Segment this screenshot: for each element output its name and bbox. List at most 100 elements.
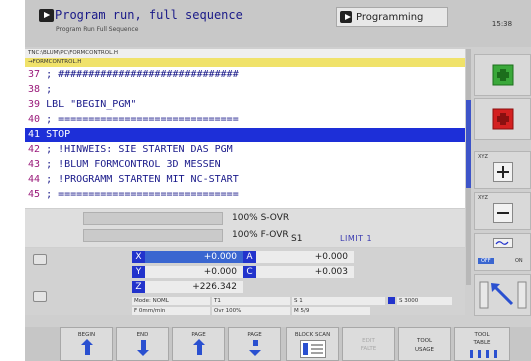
axis-c-label: C bbox=[243, 266, 256, 278]
off-label: OFF bbox=[478, 258, 494, 264]
plus-icon bbox=[493, 162, 513, 182]
program-line[interactable]: 39 LBL "BEGIN_PGM" bbox=[25, 98, 465, 112]
red-stop-icon bbox=[492, 108, 514, 130]
end-label: END bbox=[136, 332, 149, 338]
page-down-arrow-icon bbox=[249, 340, 261, 356]
axis-y-label: Y bbox=[132, 266, 145, 278]
info-spindle-index: S 1 bbox=[292, 297, 385, 305]
line-number: 40 bbox=[28, 114, 41, 125]
program-line[interactable]: 42 ; !HINWEIS: SIE STARTEN DAS PGM bbox=[25, 143, 465, 157]
info-feed: F 0mm/min bbox=[132, 307, 210, 315]
page-down-softkey[interactable]: PAGE bbox=[228, 327, 281, 361]
limit-label: LIMIT 1 bbox=[340, 234, 373, 243]
program-line[interactable]: 40 ; ============================== bbox=[25, 113, 465, 127]
mode-title: Program run, full sequence bbox=[55, 8, 243, 22]
spindle-override-bar bbox=[83, 212, 223, 225]
line-text: ; ============================== bbox=[40, 189, 239, 200]
edit-softkey[interactable]: EDIT FALTE bbox=[342, 327, 395, 361]
spindle-label: S1 bbox=[291, 234, 303, 244]
on-label: ON bbox=[515, 258, 523, 264]
program-line[interactable]: 43 ; !BLUM FORMCONTROL 3D MESSEN bbox=[25, 158, 465, 172]
diagonal-arrow-icon bbox=[479, 281, 527, 309]
axis-x-value: +0.000 bbox=[145, 251, 243, 263]
xyz-minus-button[interactable]: XYZ bbox=[474, 192, 531, 230]
programming-mode-icon bbox=[340, 11, 352, 23]
info-mode: Mode: NOML bbox=[132, 297, 210, 305]
axis-z-value: +226.342 bbox=[145, 281, 243, 293]
feed-override: 100% F-OVR bbox=[232, 230, 289, 240]
scrollbar-thumb[interactable] bbox=[466, 100, 471, 188]
override-panel: 100% S-OVR 100% F-OVR bbox=[25, 209, 465, 247]
info-override: Ovr 100% bbox=[212, 307, 290, 315]
tool-usage-label: TOOL bbox=[416, 338, 433, 344]
line-number: 39 bbox=[28, 99, 41, 110]
program-line[interactable]: 44 ; !PROGRAMM STARTEN MIT NC-START bbox=[25, 173, 465, 187]
page-up-softkey[interactable]: PAGE bbox=[172, 327, 225, 361]
begin-arrow-icon bbox=[81, 339, 93, 355]
off-on-toggle[interactable]: OFF ON bbox=[474, 233, 531, 271]
info-spindle-speed: S 3000 bbox=[397, 297, 452, 305]
run-mode-icon-overlay bbox=[39, 9, 54, 22]
tool-usage-label-2: USAGE bbox=[414, 347, 435, 353]
line-number: 43 bbox=[28, 159, 41, 170]
block-scan-softkey[interactable]: BLOCK SCAN bbox=[286, 327, 339, 361]
program-line-selected[interactable]: 41 STOP bbox=[25, 128, 465, 142]
edit-label-2: FALTE bbox=[360, 346, 377, 352]
tool-table-label: TOOL bbox=[474, 332, 490, 338]
spindle-override: 100% S-OVR bbox=[232, 213, 290, 223]
xyz-plus-label: XYZ bbox=[478, 154, 488, 160]
page-up-arrow-icon bbox=[193, 339, 205, 355]
feed-override-bar bbox=[83, 229, 223, 242]
wave-icon bbox=[493, 238, 513, 248]
block-scan-label: BLOCK SCAN bbox=[294, 332, 331, 338]
axis-a-value: +0.000 bbox=[256, 251, 354, 263]
line-number: 44 bbox=[28, 174, 41, 185]
diagonal-arrow-button[interactable] bbox=[474, 274, 531, 316]
xyz-plus-button[interactable]: XYZ bbox=[474, 151, 531, 189]
begin-softkey[interactable]: BEGIN bbox=[60, 327, 113, 361]
page-down-label: PAGE bbox=[247, 332, 262, 338]
tool-usage-softkey[interactable]: TOOL USAGE bbox=[398, 327, 451, 361]
end-arrow-icon bbox=[137, 340, 149, 356]
begin-label: BEGIN bbox=[77, 332, 96, 338]
line-text: ; !BLUM FORMCONTROL 3D MESSEN bbox=[40, 159, 221, 170]
cycle-start-button[interactable] bbox=[474, 54, 531, 96]
tool-marker-icon bbox=[388, 297, 395, 304]
program-line[interactable]: 45 ; ============================== bbox=[25, 188, 465, 202]
block-scan-icon bbox=[300, 340, 326, 358]
tool-table-softkey[interactable]: TOOL TABLE bbox=[454, 327, 510, 361]
line-text: STOP bbox=[40, 129, 71, 140]
minus-icon bbox=[493, 203, 513, 223]
line-text: LBL "BEGIN_PGM" bbox=[40, 99, 137, 110]
mode-subtitle: Program Run Full Sequence bbox=[56, 26, 139, 33]
axis-a-label: A bbox=[243, 251, 256, 263]
cnc-screen: Program run, full sequence Program Run F… bbox=[0, 0, 531, 361]
clock: 15:38 bbox=[491, 20, 513, 28]
programming-mode-label: Programming bbox=[356, 12, 424, 23]
line-text: ; !HINWEIS: SIE STARTEN DAS PGM bbox=[40, 144, 233, 155]
line-number: 38 bbox=[28, 84, 41, 95]
axis-c-value: +0.003 bbox=[256, 266, 354, 278]
info-m-function: M 5/9 bbox=[292, 307, 370, 315]
line-text: ; ============================== bbox=[40, 114, 239, 125]
line-number: 42 bbox=[28, 144, 41, 155]
program-listing[interactable]: 37 ; ############################## 38 ;… bbox=[25, 67, 465, 208]
program-path: TNC:\BLUM\PC\FORMCONTROL.H bbox=[25, 49, 465, 58]
axis-z-label: Z bbox=[132, 281, 145, 293]
programming-mode-tab[interactable]: Programming bbox=[336, 7, 448, 27]
line-number: 41 bbox=[28, 129, 41, 140]
xyz-minus-label: XYZ bbox=[478, 195, 488, 201]
position-icon bbox=[33, 254, 47, 265]
axis-x-label: X bbox=[132, 251, 145, 263]
end-softkey[interactable]: END bbox=[116, 327, 169, 361]
program-line[interactable]: 38 ; bbox=[25, 83, 465, 97]
cycle-stop-button[interactable] bbox=[474, 98, 531, 140]
line-text: ; !PROGRAMM STARTEN MIT NC-START bbox=[40, 174, 239, 185]
line-text: ; bbox=[40, 84, 53, 95]
program-line[interactable]: 37 ; ############################## bbox=[25, 68, 465, 82]
tool-table-icon bbox=[470, 350, 497, 358]
program-tab[interactable]: →FORMCONTROL.H bbox=[25, 58, 465, 67]
tool-table-label-2: TABLE bbox=[473, 340, 491, 346]
page-up-label: PAGE bbox=[191, 332, 206, 338]
line-number: 37 bbox=[28, 69, 41, 80]
